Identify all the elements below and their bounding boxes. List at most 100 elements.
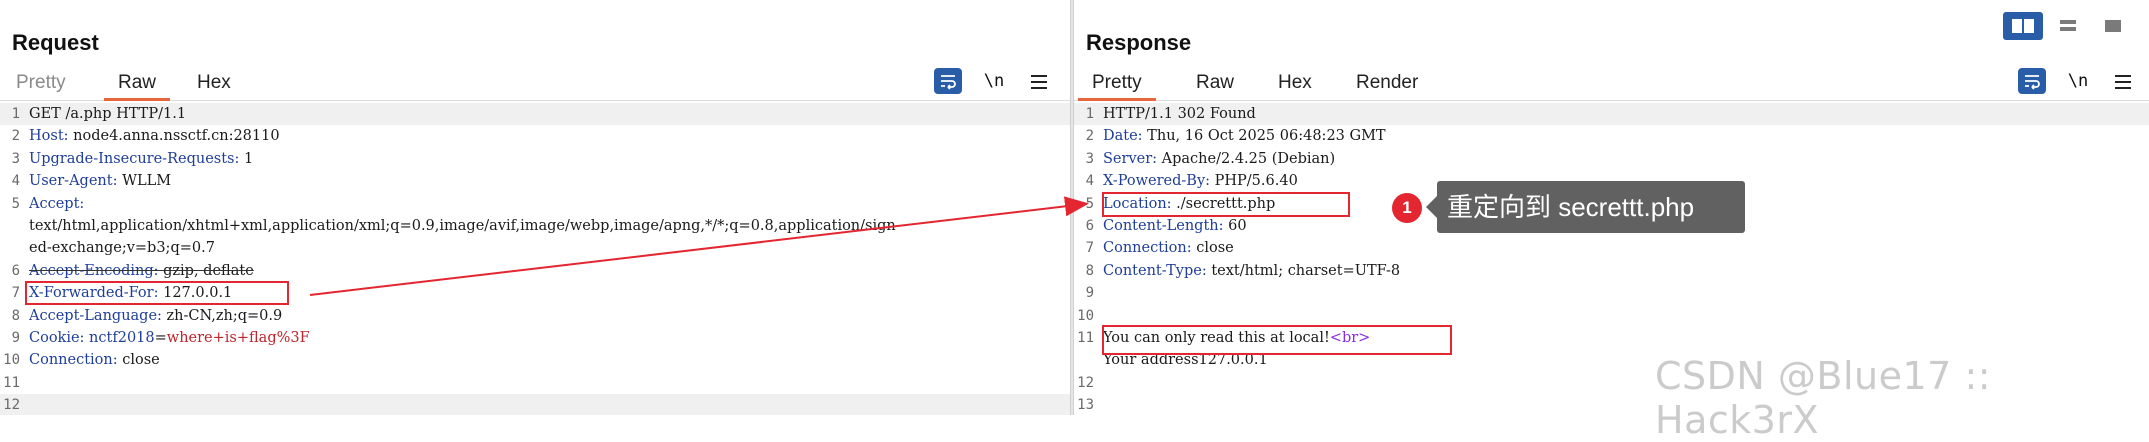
line-number: 11	[3, 374, 20, 391]
highlight-box-local-only	[1102, 325, 1452, 355]
word-wrap-button[interactable]	[2018, 68, 2046, 94]
line-number: 9	[11, 330, 20, 346]
line-number: 2	[11, 128, 20, 145]
request-tabs: Pretty Raw Hex	[0, 66, 1070, 101]
menu-icon[interactable]	[1027, 68, 1051, 94]
header-value: text/html,application/xhtml+xml,applicat…	[29, 218, 896, 234]
line-text: GET /a.php HTTP/1.1	[29, 103, 1066, 125]
response-tabs: Pretty Raw Hex Render	[1074, 66, 2149, 101]
watermark: CSDN @Blue17 :: Hack3rX	[1655, 354, 1992, 442]
header-value: ed-exchange;v=b3;q=0.7	[29, 240, 215, 257]
line-number: 9	[1085, 285, 1094, 302]
code-line: 10	[1074, 305, 2149, 327]
header-value: zh-CN,zh;q=0.9	[161, 307, 283, 324]
tab-hex[interactable]: Hex	[1278, 70, 1312, 100]
line-number: 6	[1085, 218, 1094, 234]
response-title: Response	[1086, 30, 1192, 55]
header-value: Apache/2.4.25 (Debian)	[1157, 150, 1336, 167]
tabbed-view-button[interactable]	[2093, 12, 2133, 40]
line-text: text/html,application/xhtml+xml,applicat…	[29, 215, 1066, 237]
show-newlines-button[interactable]: \n	[2064, 68, 2092, 94]
line-number: 8	[11, 307, 20, 324]
line-number: 11	[1077, 330, 1094, 346]
code-line: 12	[0, 394, 1070, 415]
code-line: 5 Accept:	[0, 193, 1070, 215]
line-text: Connection: close	[29, 349, 1066, 371]
tab-raw[interactable]: Raw	[1196, 70, 1234, 100]
line-number: 13	[1077, 397, 1094, 414]
header-value: =	[154, 330, 167, 346]
code-line: 7 Connection: close	[1074, 237, 2149, 259]
line-number: 4	[11, 173, 20, 190]
header-value: text/html; charset=UTF-8	[1206, 262, 1401, 279]
header-name: Connection:	[1103, 240, 1192, 257]
line-text: User-Agent: WLLM	[29, 170, 1066, 192]
annotation-badge: 1	[1392, 193, 1422, 223]
header-value: close	[1191, 240, 1234, 257]
code-line: 6 Accept-Encoding: gzip, deflate	[0, 260, 1070, 282]
header-value: 1	[239, 150, 254, 167]
request-editor[interactable]: 1 GET /a.php HTTP/1.1 2 Host: node4.anna.ns…	[0, 103, 1070, 415]
header-value: 60	[1223, 218, 1247, 234]
line-number: 2	[1085, 128, 1094, 145]
header-value: close	[117, 352, 160, 369]
code-line: ed-exchange;v=b3;q=0.7	[0, 237, 1070, 259]
code-line: 1 HTTP/1.1 302 Found	[1074, 103, 2149, 125]
tab-hex[interactable]: Hex	[197, 70, 231, 100]
line-number: 7	[11, 285, 20, 302]
line-text: Server: Apache/2.4.25 (Debian)	[1103, 148, 2145, 170]
code-line: text/html,application/xhtml+xml,applicat…	[0, 215, 1070, 237]
line-number: 1	[1085, 106, 1094, 122]
tab-pretty[interactable]: Pretty	[1078, 70, 1156, 101]
header-name: Accept:	[29, 195, 85, 212]
tab-raw[interactable]: Raw	[103, 70, 171, 101]
request-pane: Request Pretty Raw Hex \n 1 GET /a.php HT…	[0, 0, 1070, 415]
cookie-value: where+is+flag%3F	[166, 330, 310, 346]
line-number: 3	[1085, 150, 1094, 167]
tab-pretty[interactable]: Pretty	[16, 70, 66, 100]
layout-toggle	[2003, 12, 2133, 40]
line-number: 12	[3, 397, 20, 414]
word-wrap-button[interactable]	[934, 68, 962, 94]
header-name: Accept-Language:	[29, 307, 162, 324]
header-value: node4.anna.nssctf.cn:28110	[68, 128, 280, 145]
header-name: Date:	[1103, 128, 1143, 145]
split-vertical-view-button[interactable]	[2048, 12, 2088, 40]
line-number: 5	[11, 195, 20, 212]
header-name: Upgrade-Insecure-Requests:	[29, 150, 240, 167]
line-text: Cookie: nctf2018=where+is+flag%3F	[29, 327, 1066, 349]
line-text: Connection: close	[1103, 237, 2145, 259]
header-value: GET /a.php HTTP/1.1	[29, 106, 187, 122]
line-number: 7	[1085, 240, 1094, 257]
tab-render[interactable]: Render	[1356, 70, 1418, 100]
header-name: Server:	[1103, 150, 1158, 167]
code-line: 3 Upgrade-Insecure-Requests: 1	[0, 148, 1070, 170]
code-line: 10 Connection: close	[0, 349, 1070, 371]
header-name: nctf2018	[84, 330, 155, 346]
header-name: Content-Length:	[1103, 218, 1224, 234]
split-horizontal-view-button[interactable]	[2003, 12, 2043, 40]
code-line: 11	[0, 372, 1070, 394]
line-text: Accept-Language: zh-CN,zh;q=0.9	[29, 305, 1066, 327]
header-name: Content-Type:	[1103, 262, 1207, 279]
code-line: 2 Host: node4.anna.nssctf.cn:28110	[0, 125, 1070, 147]
request-title: Request	[12, 30, 99, 55]
line-number: 10	[3, 352, 20, 369]
code-line: 8 Accept-Language: zh-CN,zh;q=0.9	[0, 305, 1070, 327]
code-line: 1 GET /a.php HTTP/1.1	[0, 103, 1070, 125]
line-number: 6	[11, 262, 20, 279]
menu-icon[interactable]	[2111, 68, 2135, 94]
header-value: HTTP/1.1 302 Found	[1103, 106, 1256, 122]
line-number: 8	[1085, 262, 1094, 279]
callout-pointer	[1426, 196, 1437, 218]
header-name: Accept-Encoding:	[29, 262, 159, 279]
header-value: WLLM	[117, 173, 172, 190]
line-text: Accept:	[29, 193, 1066, 215]
line-text: Content-Type: text/html; charset=UTF-8	[1103, 260, 2145, 282]
line-text: Date: Thu, 16 Oct 2025 06:48:23 GMT	[1103, 125, 2145, 147]
header-value: PHP/5.6.40	[1210, 173, 1298, 190]
header-value: gzip, deflate	[158, 262, 254, 279]
line-number: 5	[1085, 195, 1094, 212]
show-newlines-button[interactable]: \n	[980, 68, 1008, 94]
header-name: Host:	[29, 128, 69, 145]
